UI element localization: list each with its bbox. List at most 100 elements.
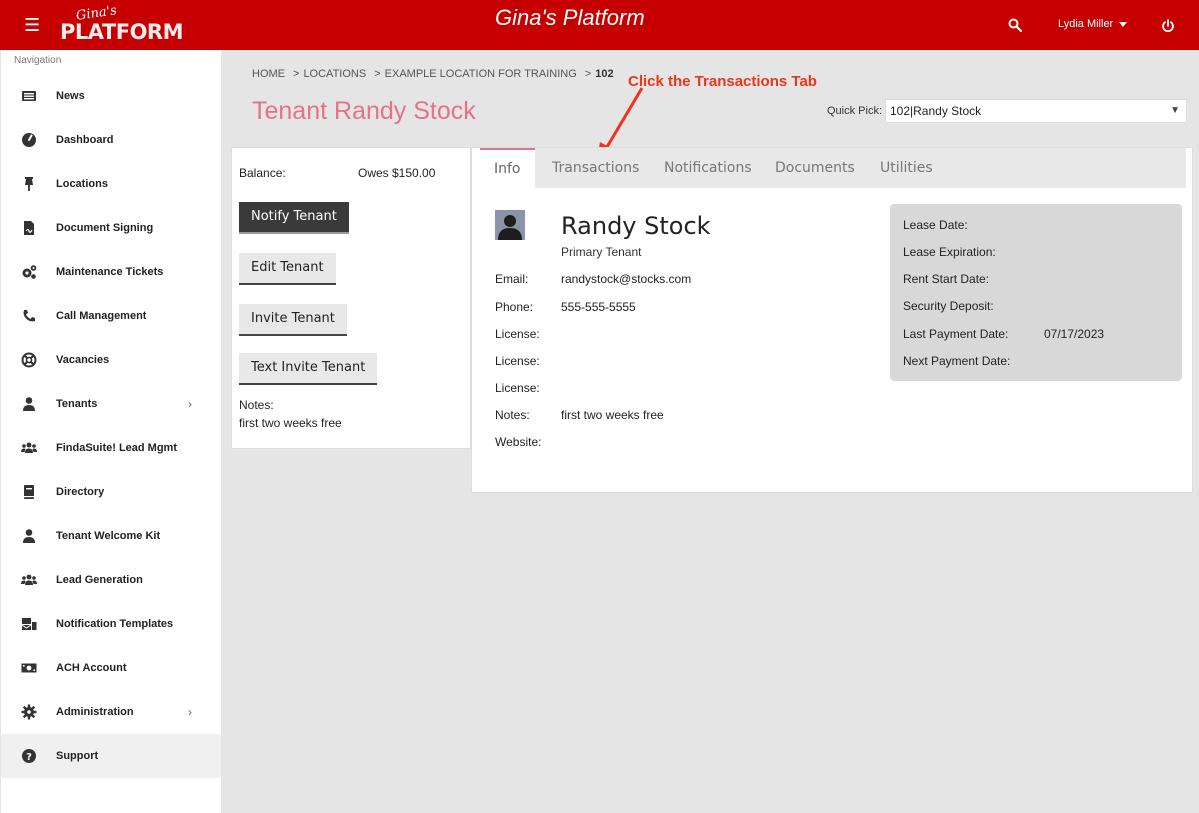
sidebar-item-dashboard[interactable]: Dashboard [1,118,221,162]
breadcrumb-separator: > [584,68,592,80]
sidebar-item-label: Document Signing [56,222,154,234]
user-icon [23,529,35,543]
sidebar-item-label: ACH Account [56,662,127,674]
notes-label: Notes: [495,408,530,422]
sidebar-item-ach-account[interactable]: ACH Account [1,646,221,690]
breadcrumb: HOME > LOCATIONS > EXAMPLE LOCATION FOR … [252,68,622,80]
email-label: Email: [495,272,529,286]
user-menu[interactable]: Lydia Miller [1058,18,1128,30]
tab-transactions[interactable]: Transactions [552,148,639,188]
gear-icon [21,704,37,720]
caret-down-icon [1119,21,1128,27]
lease-info-panel: Lease Date: Lease Expiration: Rent Start… [890,204,1182,381]
notify-tenant-button[interactable]: Notify Tenant [239,202,349,234]
annotation-text: Click the Transactions Tab [628,73,817,90]
search-icon[interactable] [1008,18,1022,32]
mail-bulk-icon [21,618,37,630]
sidebar-item-label: News [56,90,85,102]
text-invite-tenant-button[interactable]: Text Invite Tenant [239,353,378,385]
gauge-icon [22,133,36,147]
sidebar-item-notification-templates[interactable]: Notification Templates [1,602,221,646]
sidebar-item-label: Directory [56,486,105,498]
sidebar-item-label: Call Management [56,310,147,322]
breadcrumb-separator: > [374,68,381,80]
license-label: License: [495,381,540,395]
question-circle-icon: ? [22,749,36,763]
notes-label: Notes: [239,398,274,412]
last-payment-date-value: 07/17/2023 [1044,327,1105,341]
sidebar-item-label: Vacancies [56,354,110,366]
sidebar-item-label: Support [56,750,99,762]
sidebar-item-label: Notification Templates [56,618,174,630]
life-ring-icon [21,352,37,368]
cogs-icon [22,265,37,279]
avatar [495,210,525,240]
tenant-name: Randy Stock [561,212,711,240]
sidebar-item-locations[interactable]: Locations [1,162,221,206]
power-icon[interactable] [1161,19,1175,33]
newspaper-icon [22,91,36,101]
sidebar-item-label: Tenants [56,398,98,410]
tab-notifications[interactable]: Notifications [664,148,752,188]
balance-value: Owes $150.00 [358,166,436,180]
sidebar-item-document-signing[interactable]: Document Signing [1,206,221,250]
next-payment-date-label: Next Payment Date: [903,354,1011,368]
file-signature-icon [24,221,34,235]
nav-heading: Navigation [14,55,62,66]
tab-info[interactable]: Info [480,148,535,188]
pushpin-icon [25,177,33,191]
top-bar: ☰ Gina's PLATFORM Gina's Platform Lydia … [0,0,1199,50]
page-title: Tenant Randy Stock [252,97,476,125]
sidebar-item-vacancies[interactable]: Vacancies [1,338,221,382]
chevron-right-icon: › [188,705,192,719]
sidebar-item-directory[interactable]: Directory [1,470,221,514]
breadcrumb-home[interactable]: HOME [252,68,285,80]
sidebar-item-tenant-welcome-kit[interactable]: Tenant Welcome Kit [1,514,221,558]
sidebar-item-news[interactable]: News [1,74,221,118]
quick-pick-select[interactable]: 102|Randy Stock ▼ [885,99,1187,123]
balance-label: Balance: [239,166,286,180]
chevron-right-icon: › [188,397,192,411]
users-icon [21,442,37,453]
sidebar-item-label: Locations [56,178,108,190]
sidebar-item-tenants[interactable]: Tenants › [1,382,221,426]
sidebar-item-findasuite-lead-mgmt[interactable]: FindaSuite! Lead Mgmt [1,426,221,470]
breadcrumb-locations[interactable]: LOCATIONS [303,68,366,80]
notes-value: first two weeks free [239,416,342,430]
sidebar-item-label: Administration [56,706,134,718]
breadcrumb-location[interactable]: EXAMPLE LOCATION FOR TRAINING [385,68,577,80]
sidebar-item-label: Dashboard [56,134,114,146]
sidebar-item-label: FindaSuite! Lead Mgmt [56,442,177,454]
phone-value: 555-555-5555 [561,300,636,314]
users-icon [21,574,37,585]
sidebar-item-lead-generation[interactable]: Lead Generation [1,558,221,602]
tenant-role: Primary Tenant [561,245,642,259]
sidebar-item-maintenance-tickets[interactable]: Maintenance Tickets [1,250,221,294]
money-bill-icon [21,663,37,673]
website-label: Website: [495,435,542,449]
svg-text:?: ? [26,752,32,763]
lease-date-label: Lease Date: [903,218,968,232]
invite-tenant-button[interactable]: Invite Tenant [239,304,347,336]
license-label: License: [495,327,540,341]
sidebar-item-administration[interactable]: Administration › [1,690,221,734]
tenant-details-card: Info Transactions Notifications Document… [471,147,1193,493]
book-icon [24,485,34,499]
phone-icon [23,310,35,322]
sidebar-item-support[interactable]: ? Support [1,734,221,778]
tab-bar: Info Transactions Notifications Document… [480,148,1186,188]
tab-documents[interactable]: Documents [775,148,855,188]
quick-pick-label: Quick Pick: [827,105,883,117]
balance-card: Balance: Owes $150.00 Notify Tenant Edit… [231,147,471,449]
user-icon [23,397,35,411]
phone-label: Phone: [495,300,534,314]
notes-value: first two weeks free [561,408,664,422]
sidebar-item-label: Lead Generation [56,574,143,586]
sidebar-item-call-management[interactable]: Call Management [1,294,221,338]
edit-tenant-button[interactable]: Edit Tenant [239,253,336,285]
breadcrumb-separator: > [293,68,300,80]
quick-pick-value: 102|Randy Stock [890,104,982,118]
lease-expiration-label: Lease Expiration: [903,245,996,259]
email-value: randystock@stocks.com [561,272,692,286]
tab-utilities[interactable]: Utilities [880,148,933,188]
